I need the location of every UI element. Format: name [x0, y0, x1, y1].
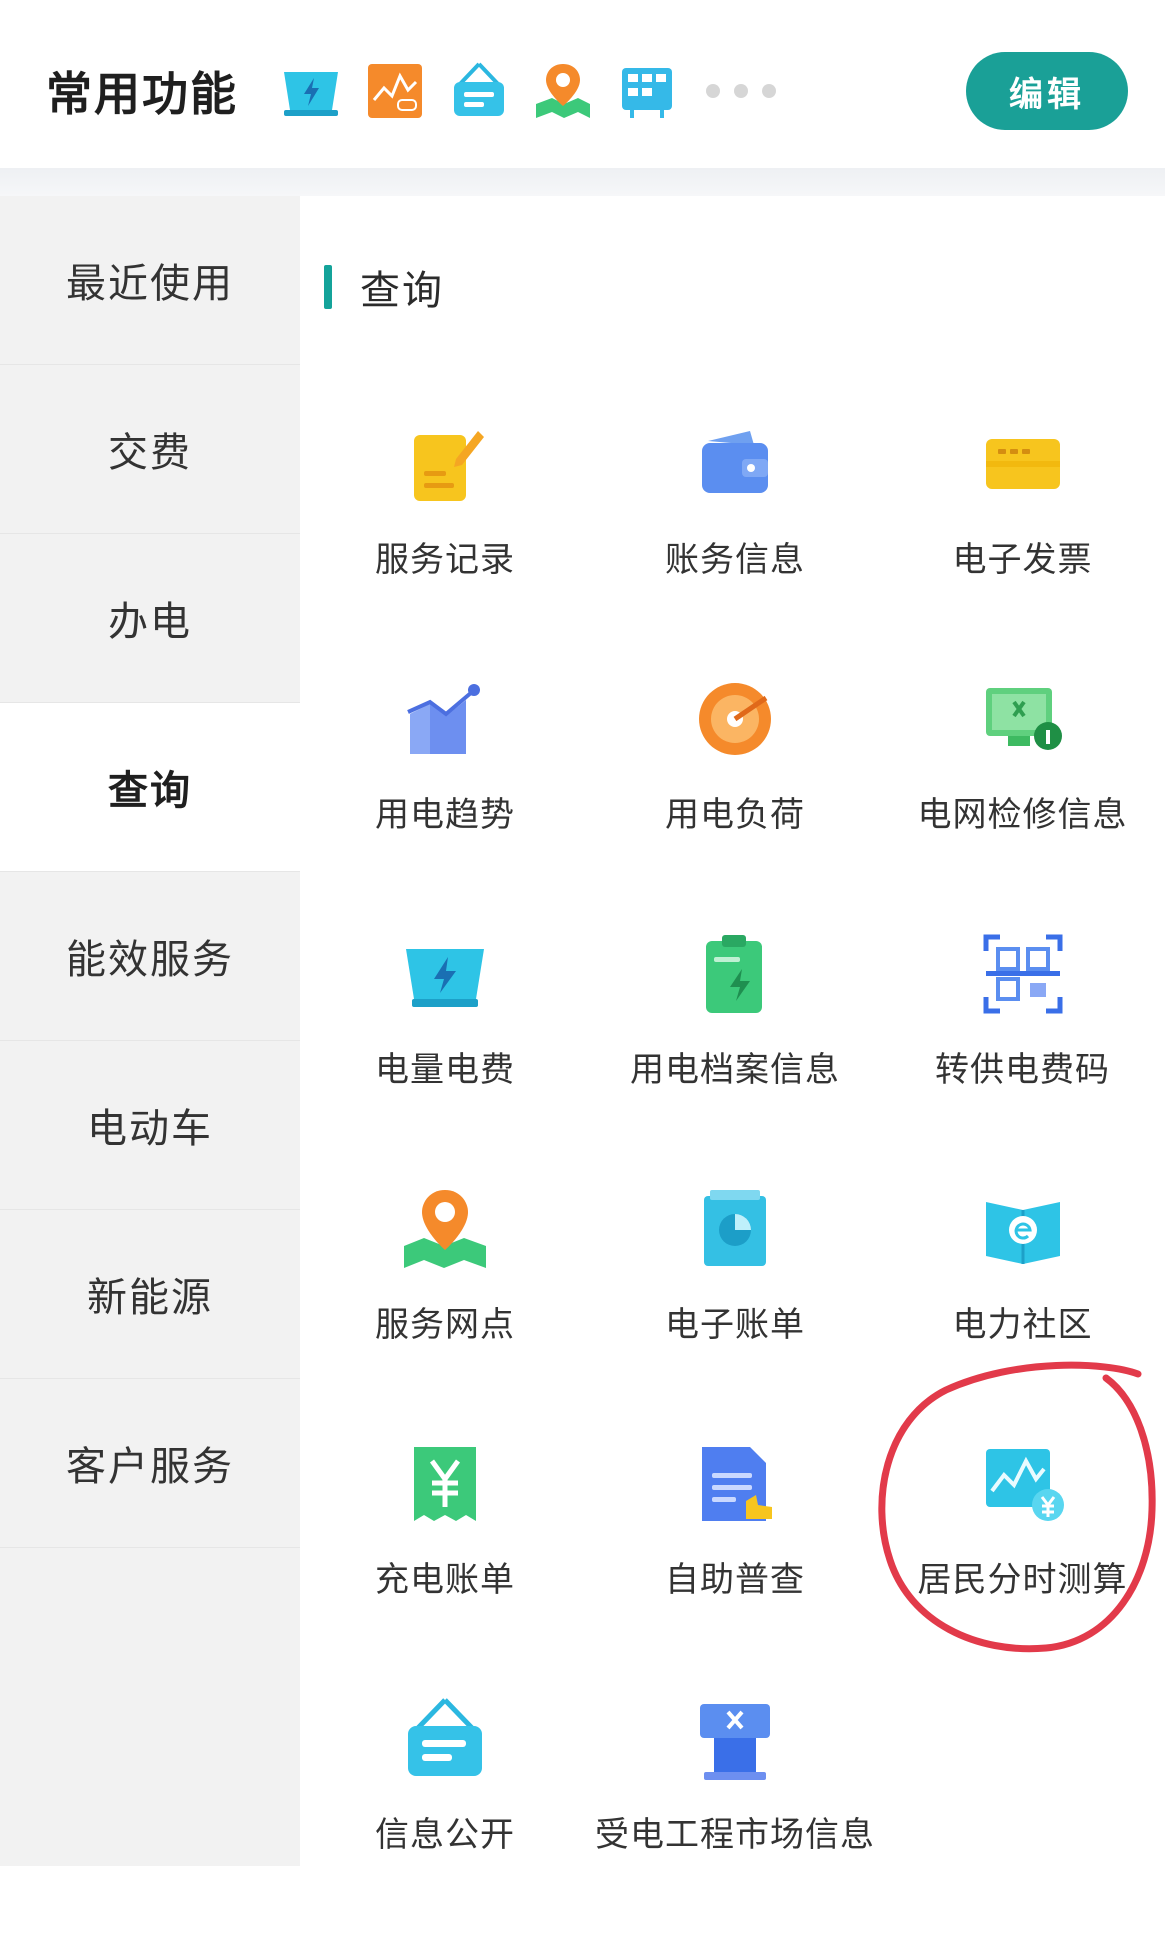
- sign-board-icon[interactable]: [448, 60, 510, 122]
- grid-item-label: 用电趋势: [375, 795, 515, 835]
- wallet-icon: [687, 416, 783, 512]
- chart-yuan-icon: [975, 1436, 1071, 1532]
- grid-item-self-survey[interactable]: 自助普查: [590, 1436, 880, 1691]
- trend-chart-icon: [397, 671, 493, 767]
- gauge-icon: [687, 671, 783, 767]
- sidebar-item-ev[interactable]: 电动车: [0, 1041, 300, 1210]
- sign-board-icon: [397, 1691, 493, 1787]
- quick-icons: [280, 56, 790, 126]
- more-dots[interactable]: [706, 84, 790, 98]
- invoice-icon: [975, 416, 1071, 512]
- community-book-icon: [975, 1181, 1071, 1277]
- function-grid: 服务记录 账务信息 电子发票 用电趋势 用电负荷 电网检修信息 电量电费 用电档…: [300, 416, 1165, 1946]
- grid-item-label: 电子发票: [952, 540, 1093, 580]
- header-divider: [0, 168, 1165, 196]
- map-pin-icon[interactable]: [532, 60, 594, 122]
- section-title: 查询: [360, 268, 444, 314]
- sidebar-item-new-energy[interactable]: 新能源: [0, 1210, 300, 1379]
- header-title: 常用功能: [46, 67, 238, 121]
- grid-item-electricity-fee[interactable]: 电量电费: [300, 926, 590, 1181]
- grid-item-label: 受电工程市场信息: [595, 1815, 875, 1855]
- grid-item-account-info[interactable]: 账务信息: [590, 416, 880, 671]
- grid-item-service-outlets[interactable]: 服务网点: [300, 1181, 590, 1436]
- grid-item-grid-maintenance[interactable]: 电网检修信息: [880, 671, 1165, 926]
- grid-item-label: 电力社区: [952, 1305, 1093, 1345]
- grid-item-label: 转供电费码: [935, 1050, 1110, 1090]
- grid-item-label: 账务信息: [665, 540, 805, 580]
- grid-item-label: 服务网点: [375, 1305, 515, 1345]
- sidebar: 最近使用 交费 办电 查询 能效服务 电动车 新能源 客户服务: [0, 196, 300, 1866]
- main-panel: 查询 服务记录 账务信息 电子发票 用电趋势 用电负荷 电网检修信息 电量电费 …: [300, 196, 1165, 1866]
- grid-item-charging-bill[interactable]: 充电账单: [300, 1436, 590, 1691]
- qr-code-icon: [975, 926, 1071, 1022]
- sidebar-item-apply-electricity[interactable]: 办电: [0, 534, 300, 703]
- grid-item-label: 充电账单: [375, 1560, 515, 1600]
- grid-item-info-disclosure[interactable]: 信息公开: [300, 1691, 590, 1946]
- section-accent-bar: [324, 265, 332, 309]
- grid-item-label: 自助普查: [665, 1560, 805, 1600]
- grid-item-label: 用电负荷: [665, 795, 805, 835]
- lightning-tray-icon: [397, 926, 493, 1022]
- grid-item-label: 电网检修信息: [917, 795, 1128, 835]
- grid-item-transfer-fee-code[interactable]: 转供电费码: [880, 926, 1165, 1181]
- bill-pie-icon: [687, 1181, 783, 1277]
- sidebar-item-payment[interactable]: 交费: [0, 365, 300, 534]
- sidebar-item-query[interactable]: 查询: [0, 703, 300, 872]
- clipboard-lightning-icon: [687, 926, 783, 1022]
- grid-item-label: 电量电费: [375, 1050, 515, 1090]
- grid-item-e-bill[interactable]: 电子账单: [590, 1181, 880, 1436]
- kiosk-tools-icon: [687, 1691, 783, 1787]
- grid-item-service-record[interactable]: 服务记录: [300, 416, 590, 671]
- edit-button[interactable]: 编辑: [966, 52, 1128, 130]
- grid-item-label: 信息公开: [375, 1815, 515, 1855]
- grid-item-label: 用电档案信息: [630, 1050, 840, 1090]
- map-pin-icon: [397, 1181, 493, 1277]
- sidebar-item-recent[interactable]: 最近使用: [0, 196, 300, 365]
- grid-item-power-community[interactable]: 电力社区: [880, 1181, 1165, 1436]
- sidebar-item-energy-efficiency[interactable]: 能效服务: [0, 872, 300, 1041]
- header: 常用功能 编辑: [0, 0, 1165, 170]
- grid-item-resident-tou-calc[interactable]: 居民分时测算: [880, 1436, 1165, 1691]
- notepad-icon: [397, 416, 493, 512]
- grid-item-e-invoice[interactable]: 电子发票: [880, 416, 1165, 671]
- lightning-tray-icon[interactable]: [280, 60, 342, 122]
- chart-orange-icon[interactable]: [364, 60, 426, 122]
- grid-item-power-load[interactable]: 用电负荷: [590, 671, 880, 926]
- grid-item-usage-archive[interactable]: 用电档案信息: [590, 926, 880, 1181]
- grid-item-label: 居民分时测算: [917, 1560, 1128, 1600]
- grid-item-label: 电子账单: [665, 1305, 805, 1345]
- sidebar-item-customer-service[interactable]: 客户服务: [0, 1379, 300, 1548]
- monitor-repair-icon: [975, 671, 1071, 767]
- grid-item-label: 服务记录: [375, 540, 515, 580]
- yuan-receipt-icon: [397, 1436, 493, 1532]
- section-header: 查询: [324, 258, 444, 316]
- grid-item-usage-trend[interactable]: 用电趋势: [300, 671, 590, 926]
- document-hand-icon: [687, 1436, 783, 1532]
- grid-item-power-project-market[interactable]: 受电工程市场信息: [590, 1691, 880, 1946]
- battery-grid-icon[interactable]: [616, 60, 678, 122]
